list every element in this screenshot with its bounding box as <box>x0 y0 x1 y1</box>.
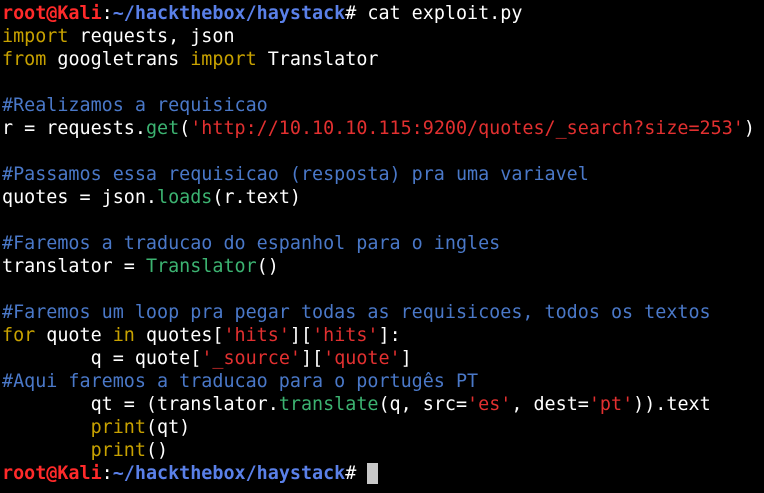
terminal-line: print(qt) <box>2 416 764 439</box>
text-segment: get <box>145 118 180 139</box>
terminal-line: import requests, json <box>2 25 764 48</box>
terminal-line: translator = Translator() <box>2 255 764 278</box>
terminal-window[interactable]: root@Kali:~/hackthebox/haystack# cat exp… <box>0 0 764 493</box>
string-literal: 'quote' <box>323 348 401 369</box>
terminal-line: qt = (translator.translate(q, src='es', … <box>2 393 764 416</box>
text-segment <box>2 417 91 438</box>
terminal-line: from googletrans import Translator <box>2 48 764 71</box>
text-segment: ][ <box>289 325 313 346</box>
text-segment: translate <box>278 394 379 415</box>
prompt-path: ~/hackthebox/haystack <box>112 463 346 484</box>
text-segment: : <box>101 463 113 484</box>
text-segment: for <box>2 325 36 346</box>
text-segment: import <box>190 49 257 70</box>
text-segment: print <box>90 440 146 461</box>
terminal-line: #Faremos a traducao do espanhol para o i… <box>2 232 764 255</box>
text-segment: translator = <box>2 256 146 277</box>
terminal-line: r = requests.get('http://10.10.10.115:92… <box>2 117 764 140</box>
prompt-path: ~/hackthebox/haystack <box>112 3 346 24</box>
text-segment: ( <box>179 118 191 139</box>
code-comment: #Faremos um loop pra pegar todas as requ… <box>2 302 711 323</box>
text-segment: () <box>145 440 169 461</box>
prompt-user-host: root@Kali <box>2 3 102 24</box>
text-segment: googletrans <box>46 49 191 70</box>
terminal-line: quotes = json.loads(r.text) <box>2 186 764 209</box>
terminal-cursor <box>367 463 379 484</box>
text-segment: (q, src= <box>378 394 468 415</box>
prompt-line: root@Kali:~/hackthebox/haystack# cat exp… <box>2 2 764 25</box>
text-segment: ]: <box>378 325 401 346</box>
text-segment: qt = (translator. <box>2 394 279 415</box>
text-segment: from <box>2 49 47 70</box>
text-segment: ][ <box>300 348 324 369</box>
terminal-line: #Faremos um loop pra pegar todas as requ… <box>2 301 764 324</box>
prompt-line: root@Kali:~/hackthebox/haystack# <box>2 462 764 485</box>
terminal-line: #Passamos essa requisicao (resposta) pra… <box>2 163 764 186</box>
terminal-line: #Aqui faremos a traducao para o portugês… <box>2 370 764 393</box>
text-segment: quote <box>35 325 113 346</box>
string-literal: '_source' <box>201 348 301 369</box>
text-segment: loads <box>157 187 213 208</box>
text-segment: print <box>90 417 146 438</box>
prompt-user-host: root@Kali <box>2 463 102 484</box>
string-literal: 'hits' <box>223 325 290 346</box>
text-segment: Translator <box>145 256 257 277</box>
text-segment: : <box>101 3 113 24</box>
text-segment: Translator <box>256 49 379 70</box>
prompt-symbol: # cat exploit.py <box>345 3 523 24</box>
text-segment: in <box>112 325 135 346</box>
text-segment: requests, json <box>68 26 235 47</box>
text-segment: , dest= <box>511 394 589 415</box>
string-literal: 'http://10.10.10.115:9200/quotes/_search… <box>190 118 744 139</box>
string-literal: 'es' <box>467 394 512 415</box>
text-segment: )).text <box>633 394 711 415</box>
terminal-line: #Realizamos a requisicao <box>2 94 764 117</box>
text-segment: q = quote[ <box>2 348 202 369</box>
code-comment: #Faremos a traducao do espanhol para o i… <box>2 233 501 254</box>
terminal-line: for quote in quotes['hits']['hits']: <box>2 324 764 347</box>
code-comment: #Realizamos a requisicao <box>2 95 268 116</box>
text-segment: (qt) <box>145 417 191 438</box>
text-segment <box>2 440 91 461</box>
text-segment: (r.text) <box>212 187 301 208</box>
text-segment: () <box>256 256 279 277</box>
terminal-line: q = quote['_source']['quote'] <box>2 347 764 370</box>
string-literal: 'hits' <box>312 325 379 346</box>
text-segment: quotes[ <box>134 325 224 346</box>
code-comment: #Aqui faremos a traducao para o portugês… <box>2 371 479 392</box>
text-segment: r = requests. <box>2 118 146 139</box>
text-segment: ) <box>743 118 755 139</box>
prompt-symbol: # <box>345 463 368 484</box>
terminal-line: print() <box>2 439 764 462</box>
text-segment: quotes = json. <box>2 187 158 208</box>
text-segment: import <box>2 26 69 47</box>
text-segment: ] <box>400 348 412 369</box>
code-comment: #Passamos essa requisicao (resposta) pra… <box>2 164 589 185</box>
string-literal: 'pt' <box>588 394 634 415</box>
